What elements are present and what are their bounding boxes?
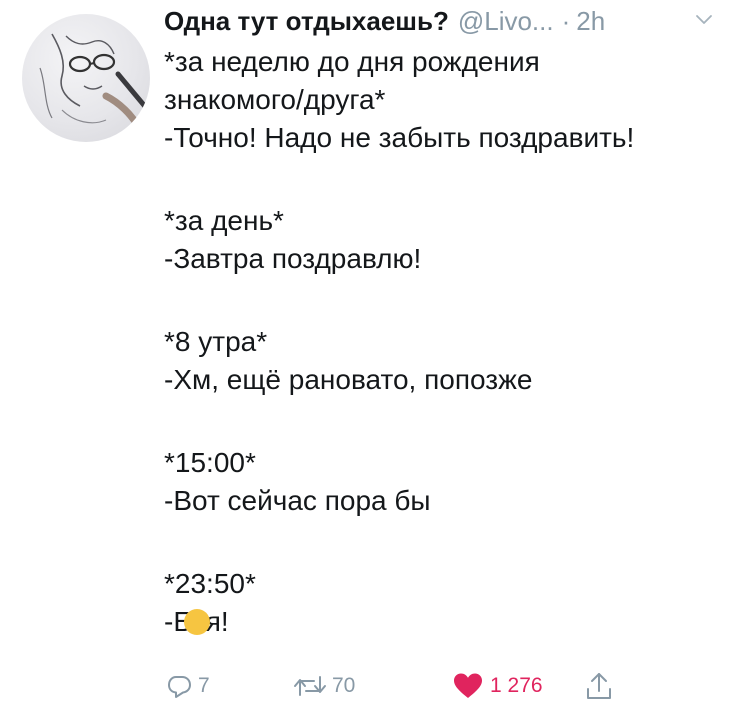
avatar-sketch-icon xyxy=(39,33,150,134)
user-handle[interactable]: @Livo... xyxy=(458,4,554,38)
retweet-icon xyxy=(294,676,326,696)
tweet-line: -Точно! Надо не забыть поздравить! xyxy=(164,122,635,153)
tweet-line: -Завтра поздравлю! xyxy=(164,243,422,274)
emoji-face-icon xyxy=(183,609,210,635)
tweet-line: -Вот сейчас пора бы xyxy=(164,485,431,516)
retweet-button[interactable]: 70 xyxy=(292,666,355,706)
tweet-actions: 7 70 1 276 xyxy=(164,666,724,706)
reply-icon xyxy=(168,676,191,698)
tweet-line: *за неделю до дня рождения xyxy=(164,46,540,77)
tweet: Одна тут отдыхаешь? @Livo... · 2h *за не… xyxy=(0,0,750,716)
tweet-line: *за день* xyxy=(164,205,284,236)
avatar[interactable] xyxy=(22,14,150,142)
tweet-text: *за неделю до дня рождения знакомого/дру… xyxy=(164,43,734,641)
share-icon xyxy=(587,673,611,699)
tweet-line: -Хм, ещё рановато, попозже xyxy=(164,364,533,395)
header-separator: · xyxy=(561,6,571,36)
timestamp[interactable]: 2h xyxy=(576,4,605,38)
tweet-line: *8 утра* xyxy=(164,326,268,357)
display-name[interactable]: Одна тут отдыхаешь? xyxy=(164,4,449,38)
chevron-down-icon[interactable] xyxy=(694,10,714,30)
tweet-line: *15:00* xyxy=(164,447,256,478)
heart-icon xyxy=(454,673,482,698)
tweet-last-line: -Б я! xyxy=(164,603,734,641)
like-button[interactable]: 1 276 xyxy=(452,666,543,706)
reply-count: 7 xyxy=(198,674,210,697)
like-count: 1 276 xyxy=(490,674,543,697)
reply-button[interactable]: 7 xyxy=(164,666,210,706)
retweet-count: 70 xyxy=(332,674,356,697)
tweet-line: знакомого/друга* xyxy=(164,84,386,115)
tweet-header: Одна тут отдыхаешь? @Livo... · 2h xyxy=(164,4,605,38)
share-button[interactable] xyxy=(584,666,614,706)
tweet-line: *23:50* xyxy=(164,568,256,599)
